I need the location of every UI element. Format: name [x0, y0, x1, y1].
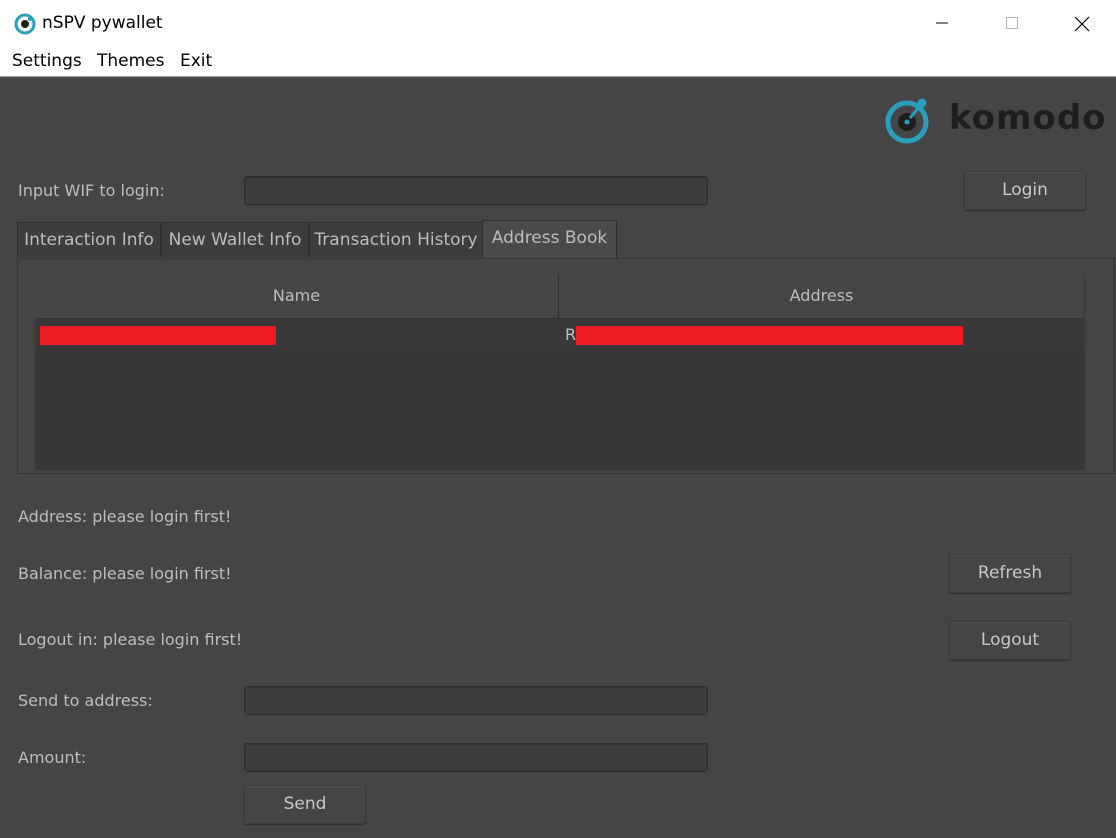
address-prefix: R	[565, 325, 577, 344]
app-icon	[14, 13, 36, 35]
window-titlebar: nSPV pywallet	[0, 0, 1116, 48]
redacted-address	[576, 326, 963, 345]
tab-transaction-history[interactable]: Transaction History	[309, 222, 483, 257]
main-content: komodo Input WIF to login: Login Interac…	[3, 77, 1116, 838]
send-to-address-input[interactable]	[244, 686, 708, 715]
wif-label: Input WIF to login:	[18, 181, 165, 200]
refresh-button[interactable]: Refresh	[949, 554, 1071, 593]
close-button[interactable]	[1046, 0, 1116, 48]
menu-bar: Settings Themes Exit	[0, 48, 1116, 77]
address-book-table: Name Address R	[35, 274, 1085, 470]
maximize-button[interactable]	[977, 0, 1047, 48]
minimize-icon	[936, 22, 948, 24]
menu-settings[interactable]: Settings	[12, 51, 82, 71]
address-status: Address: please login first!	[18, 507, 232, 526]
komodo-logo-text: komodo	[949, 98, 1107, 138]
tab-interaction-info[interactable]: Interaction Info	[17, 222, 161, 257]
send-to-label: Send to address:	[18, 691, 153, 710]
table-row[interactable]: R	[35, 319, 1085, 349]
tab-address-book[interactable]: Address Book	[482, 220, 617, 259]
amount-label: Amount:	[18, 748, 87, 767]
redacted-name	[40, 326, 276, 345]
menu-themes[interactable]: Themes	[97, 51, 165, 71]
wif-input[interactable]	[244, 176, 708, 205]
logout-status: Logout in: please login first!	[18, 630, 243, 649]
logout-button[interactable]: Logout	[949, 621, 1071, 660]
komodo-logo-icon	[885, 98, 929, 144]
balance-status: Balance: please login first!	[18, 564, 232, 583]
send-button[interactable]: Send	[244, 785, 366, 824]
maximize-icon	[1006, 17, 1018, 29]
amount-input[interactable]	[244, 743, 708, 772]
address-book-panel: Name Address R	[17, 258, 1115, 474]
tab-new-wallet-info[interactable]: New Wallet Info	[161, 222, 309, 257]
login-button[interactable]: Login	[964, 171, 1086, 210]
minimize-button[interactable]	[907, 0, 977, 48]
column-header-address[interactable]: Address	[559, 274, 1084, 319]
column-header-name[interactable]: Name	[35, 274, 559, 319]
close-icon	[1074, 16, 1090, 32]
window-title: nSPV pywallet	[42, 13, 163, 33]
menu-exit[interactable]: Exit	[180, 51, 212, 71]
komodo-logo: komodo	[883, 92, 1106, 147]
